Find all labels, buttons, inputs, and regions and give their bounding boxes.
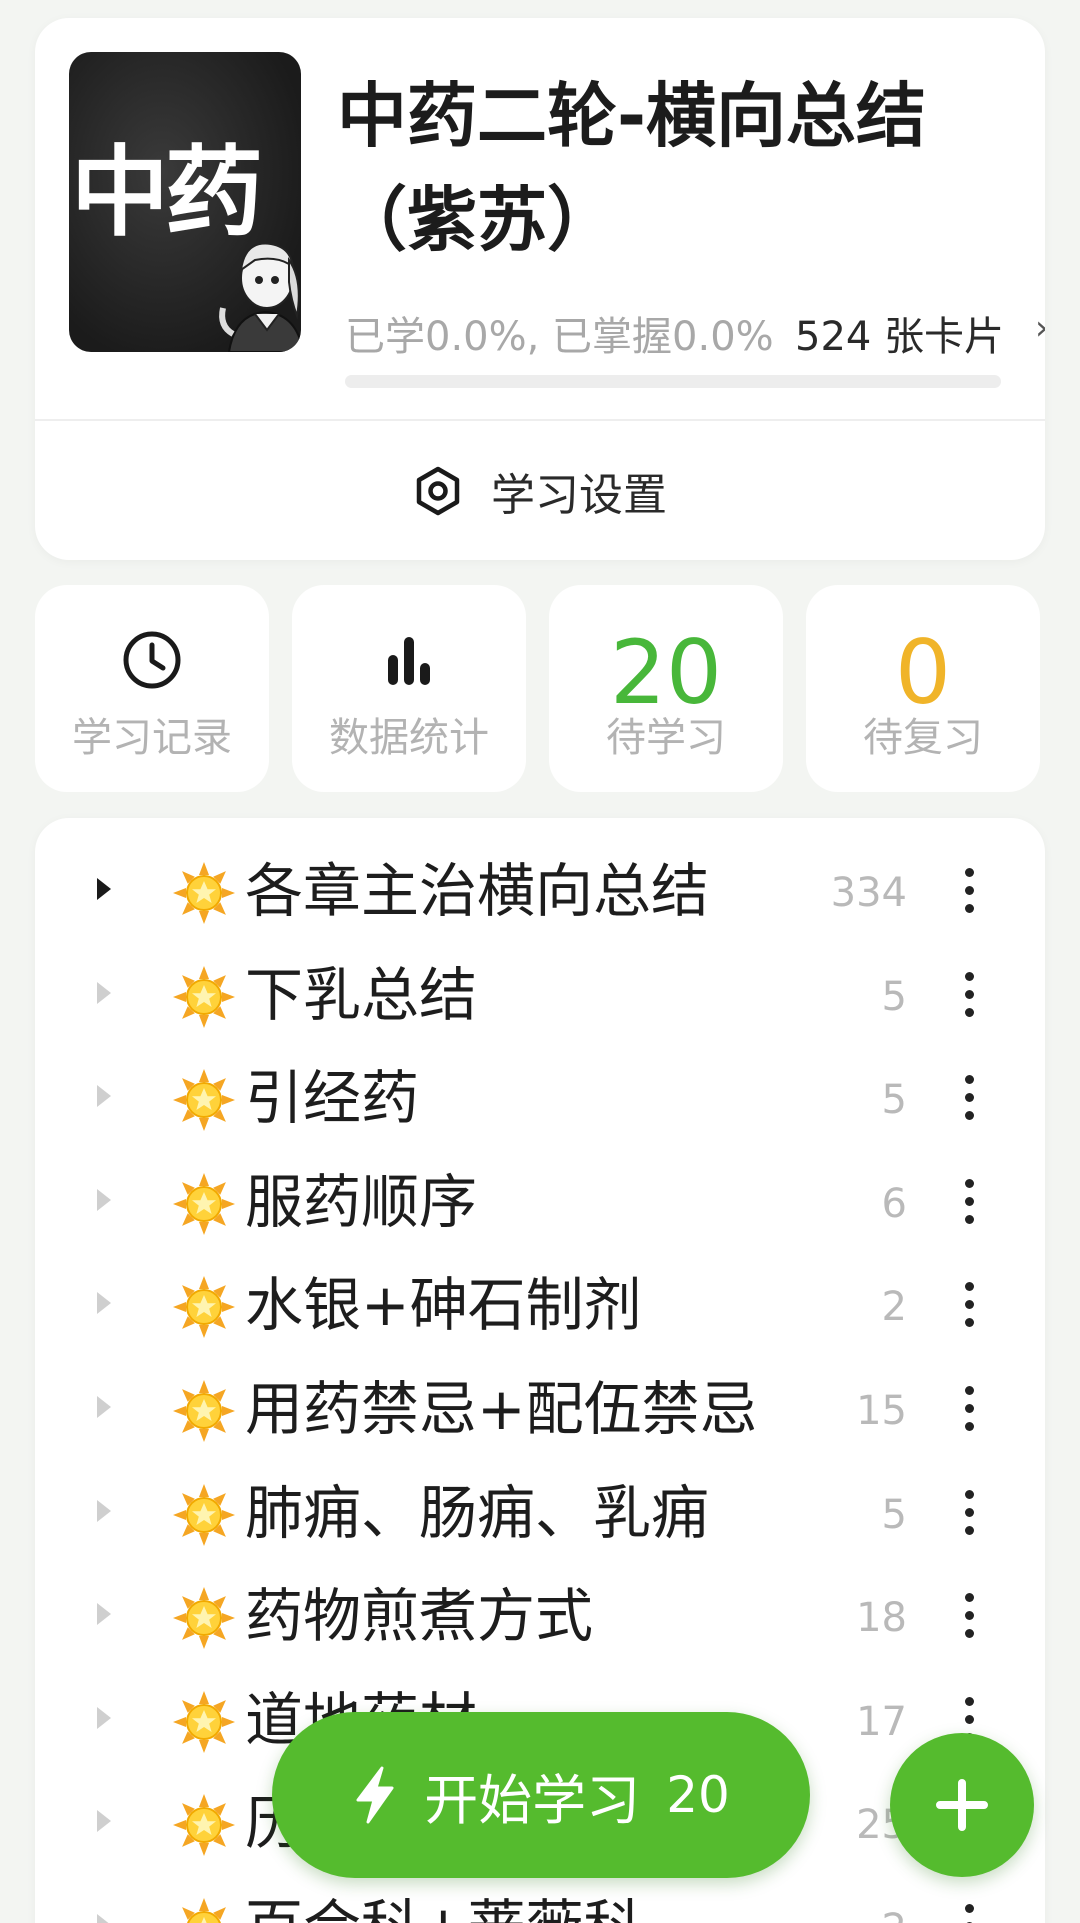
chapter-row[interactable]: 用药禁忌+配伍禁忌 15 (35, 1358, 1045, 1462)
star-emoji-icon (171, 1585, 237, 1651)
start-study-count: 20 (666, 1766, 730, 1824)
anime-figure-illustration (219, 242, 301, 352)
learning-progress-bar (345, 375, 1001, 388)
chapter-card-count: 2 (881, 1284, 907, 1331)
more-vertical-icon[interactable] (965, 1489, 975, 1536)
study-history-label: 学习记录 (72, 715, 232, 761)
chapter-card-count: 5 (881, 1077, 907, 1124)
chapter-row[interactable]: 百合科+蔷薇科 2 (35, 1876, 1045, 1923)
star-emoji-icon (171, 1792, 237, 1858)
chapter-title: 服药顺序 (245, 1167, 478, 1236)
chapter-row[interactable]: 下乳总结 5 (35, 944, 1045, 1048)
chapter-title: 引经药 (245, 1064, 420, 1133)
bar-chart-icon (388, 637, 430, 685)
triangle-right-icon[interactable] (97, 878, 111, 900)
cover-title-text: 中药 (71, 136, 263, 250)
star-emoji-icon (171, 1689, 237, 1755)
triangle-right-icon[interactable] (97, 1499, 111, 1522)
chapter-row[interactable]: 引经药 5 (35, 1047, 1045, 1151)
triangle-right-icon[interactable] (97, 1914, 111, 1923)
pending-study-label: 待学习 (606, 715, 726, 761)
chapter-row[interactable]: 肺痈、肠痈、乳痈 5 (35, 1462, 1045, 1566)
data-statistics-label: 数据统计 (329, 715, 489, 761)
star-emoji-icon (171, 1482, 237, 1548)
study-history-tile[interactable]: 学习记录 (35, 585, 269, 792)
star-emoji-icon (171, 1274, 237, 1340)
pending-study-tile[interactable]: 20 待学习 (549, 585, 783, 792)
chapter-card-count: 334 (830, 870, 907, 916)
chapter-title: 下乳总结 (245, 960, 478, 1029)
pending-review-tile[interactable]: 0 待复习 (806, 585, 1040, 792)
chapter-title: 各章主治横向总结 (245, 857, 710, 925)
more-vertical-icon[interactable] (965, 971, 975, 1018)
chapter-title: 肺痈、肠痈、乳痈 (245, 1478, 710, 1547)
deck-cover-image[interactable]: 中药 (69, 52, 301, 352)
progress-text: 已学0.0%, 已掌握0.0% (345, 314, 774, 360)
star-emoji-icon (171, 1378, 237, 1444)
more-vertical-icon[interactable] (965, 1075, 975, 1121)
chapter-row[interactable]: 药物煎煮方式 18 (35, 1565, 1045, 1669)
chapter-card-count: 6 (881, 1180, 907, 1227)
chapter-title: 用药禁忌+配伍禁忌 (245, 1375, 758, 1443)
deck-header-card: 中药 中药二轮-横向总结（紫苏） 已学0.0%, 已掌握0.0% 524 张卡片… (35, 18, 1045, 560)
more-vertical-icon[interactable] (965, 1904, 975, 1923)
lightning-icon (356, 1766, 394, 1824)
chapter-card-count: 18 (856, 1595, 907, 1642)
triangle-right-icon[interactable] (97, 1603, 111, 1626)
study-settings-label: 学习设置 (491, 469, 667, 521)
chapter-card-count: 5 (881, 1491, 907, 1538)
deck-title: 中药二轮-横向总结（紫苏） (337, 75, 927, 261)
start-study-button[interactable]: 开始学习 20 (272, 1712, 810, 1878)
chapter-row[interactable]: 服药顺序 6 (35, 1151, 1045, 1255)
more-vertical-icon[interactable] (965, 868, 975, 914)
chapter-row[interactable]: 各章主治横向总结 334 (35, 840, 1045, 944)
chapter-card-count: 5 (881, 973, 907, 1020)
chapter-title: 百合科+蔷薇科 (245, 1892, 642, 1923)
data-statistics-tile[interactable]: 数据统计 (292, 585, 526, 792)
chapter-row[interactable]: 水银+砷石制剂 2 (35, 1254, 1045, 1358)
star-emoji-icon (171, 860, 237, 926)
add-card-button[interactable] (890, 1733, 1034, 1877)
star-emoji-icon (171, 1171, 237, 1237)
study-settings-button[interactable]: 学习设置 (35, 421, 1045, 560)
more-vertical-icon[interactable] (965, 1282, 975, 1328)
more-vertical-icon[interactable] (965, 1178, 975, 1225)
more-vertical-icon[interactable] (965, 1593, 975, 1639)
star-emoji-icon (171, 1067, 237, 1133)
triangle-right-icon[interactable] (97, 1810, 111, 1833)
card-count-link[interactable]: 524 张卡片 (795, 304, 1004, 362)
start-study-label: 开始学习 (424, 1768, 641, 1832)
chapter-card-count: 15 (856, 1388, 907, 1434)
more-vertical-icon[interactable] (965, 1386, 975, 1432)
plus-icon (936, 1779, 988, 1831)
triangle-right-icon[interactable] (97, 1706, 111, 1729)
clock-icon (123, 631, 181, 689)
triangle-right-icon[interactable] (97, 1292, 111, 1315)
triangle-right-icon[interactable] (97, 1085, 111, 1108)
chevron-right-icon[interactable]: › (1035, 308, 1045, 348)
triangle-right-icon[interactable] (97, 981, 111, 1004)
star-emoji-icon (171, 1896, 237, 1923)
hexagon-settings-icon (416, 466, 460, 515)
pending-review-label: 待复习 (863, 715, 983, 761)
star-emoji-icon (171, 964, 237, 1030)
chapter-title: 药物煎煮方式 (245, 1582, 594, 1651)
chapter-card-count: 2 (882, 1906, 907, 1923)
triangle-right-icon[interactable] (97, 1396, 111, 1418)
chapter-title: 水银+砷石制剂 (245, 1271, 642, 1340)
triangle-right-icon[interactable] (97, 1188, 111, 1211)
